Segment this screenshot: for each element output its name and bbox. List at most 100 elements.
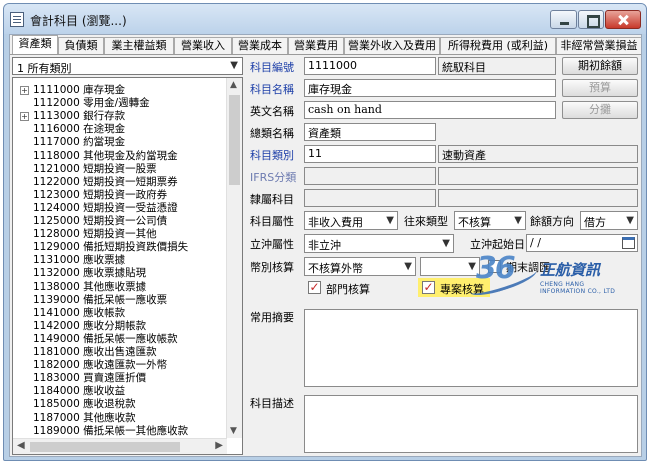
tree-item-label: 1184000 應收收益 [33,385,126,398]
balance-direction-label: 餘額方向 [530,215,574,228]
tab-liabilities[interactable]: 負債類 [58,37,104,54]
common-summary-textarea[interactable] [304,309,638,387]
ifrs-class-field[interactable] [304,167,436,185]
currency-accounting-value: 不核算外幣 [308,262,363,275]
account-desc-textarea[interactable] [304,395,638,453]
category-code-field[interactable]: 11 [304,145,436,163]
category-filter-value: 1 所有類別 [17,62,72,75]
transaction-type-value: 不核算 [458,216,491,229]
ifrs-class-label: IFRS分類 [250,171,297,184]
tab-equity[interactable]: 業主權益類 [104,37,174,54]
parent-account-field[interactable] [304,189,436,207]
english-name-field[interactable]: cash on hand [304,101,556,119]
account-desc-label: 科目描述 [250,397,294,410]
tree-item-label: 1129000 備抵短期投資跌價損失 [33,241,189,254]
tree-item-label: 1187000 其他應收款 [33,411,136,424]
project-accounting-checkbox[interactable]: ✓ [422,281,435,294]
tree-item-label: 1149000 備抵呆帳一應收帳款 [33,332,178,345]
minimize-button[interactable] [550,10,577,29]
offset-start-date-field[interactable]: / / [526,234,638,252]
tab-income-tax[interactable]: 所得稅費用 (或利益) [440,37,556,54]
hscroll-thumb[interactable] [30,442,180,452]
tree-item-label: 1128000 短期投資一其他 [33,228,157,241]
brand-logo: 36 [476,251,516,286]
tree-item-label: 1131000 應收票據 [33,254,126,267]
tree-item-label: 1123000 短期投資一政府券 [33,188,168,201]
tree-item-label: 1118000 其他現金及約當現金 [33,149,178,162]
tab-revenue[interactable]: 營業收入 [174,37,232,54]
offset-attr-value: 非立沖 [308,239,341,252]
category-label: 科目類別 [250,149,294,162]
chevron-down-icon: ▼ [230,60,238,71]
account-tree[interactable]: +1111000 庫存現金 1112000 零用金/週轉金 +1113000 銀行存… [12,77,243,455]
tab-expenses[interactable]: 營業費用 [288,37,344,54]
tree-item-label: 1113000 銀行存款 [33,110,126,123]
account-attr-value: 非收入費用 [308,216,363,229]
account-attr-select[interactable]: 非收入費用 ▼ [304,211,398,230]
tree-item-label: 1183000 買賣遠匯折價 [33,372,147,385]
tab-cost[interactable]: 營業成本 [232,37,288,54]
vertical-scrollbar[interactable]: ▲ ▼ [226,78,242,438]
tree-item-label: 1141000 應收帳款 [33,306,126,319]
scroll-right-icon[interactable]: ▶ [215,440,223,451]
client-area: 資產類 負債類 業主權益類 營業收入 營業成本 營業費用 營業外收入及費用 所得… [9,34,642,457]
tree-item-label: 1125000 短期投資一公司債 [33,215,168,227]
brand-name: 正航資訊 [540,261,601,279]
window-title: 會計科目 (瀏覽...) [30,14,127,28]
app-window: 會計科目 (瀏覽...) 資產類 負債類 業主權益類 營業收入 營業成本 營業費… [3,3,647,461]
offset-attr-select[interactable]: 非立沖 ▼ [304,234,454,253]
account-name-field[interactable]: 庫存現金 [304,79,556,97]
allocation-button[interactable]: 分攤 [562,101,638,119]
scroll-down-icon[interactable]: ▼ [230,426,237,436]
account-name-label: 科目名稱 [250,83,294,96]
offset-start-date-value: / / [530,236,541,249]
category-tabs: 資產類 負債類 業主權益類 營業收入 營業成本 營業費用 營業外收入及費用 所得… [10,35,641,55]
account-attr-label: 科目屬性 [250,215,294,228]
tree-item-label: 1181000 應收出售遠匯款 [33,346,157,358]
common-summary-label: 常用摘要 [250,311,294,324]
expand-icon[interactable]: + [20,112,29,122]
class-name-label: 總類名稱 [250,127,294,140]
tree-item-label: 1122000 短期投資一短期票券 [33,175,178,188]
document-icon [10,12,24,27]
scroll-up-icon[interactable]: ▲ [230,80,237,90]
parent-account-label: 隸屬科目 [250,193,294,206]
brand-english-name: CHENG HANG INFORMATION CO., LTD [540,281,616,295]
balance-direction-value: 借方 [584,216,606,229]
title-bar[interactable]: 會計科目 (瀏覽...) [4,4,646,34]
offset-start-date-label: 立沖起始日 [470,238,525,251]
account-code-label: 科目編號 [250,61,294,74]
chevron-down-icon: ▼ [386,215,394,226]
transaction-type-label: 往來類型 [404,215,448,228]
currency-accounting-label: 幣別核算 [250,261,294,274]
tree-item-label: 1112000 零用金/週轉金 [33,97,150,110]
category-name-field: 速動資產 [438,145,638,163]
balance-direction-select[interactable]: 借方 ▼ [580,211,638,230]
currency-select[interactable]: ▼ [420,257,480,276]
account-list-pane: 1 所有類別 ▼ +1111000 庫存現金 1112000 零用金/週轉金 +11… [12,57,243,455]
calendar-icon[interactable] [622,237,635,249]
account-code-field[interactable]: 1111000 [304,57,436,75]
horizontal-scrollbar[interactable]: ◀ ▶ [13,438,227,454]
chevron-down-icon: ▼ [442,238,450,249]
dept-accounting-checkbox[interactable]: ✓ [308,281,321,294]
chevron-down-icon: ▼ [404,261,412,272]
tab-nonop[interactable]: 營業外收入及費用 [344,37,440,54]
tab-assets[interactable]: 資產類 [12,35,58,54]
budget-button[interactable]: 預算 [562,79,638,97]
close-button[interactable] [605,10,641,29]
parent-account-name-field [438,189,638,207]
currency-accounting-select[interactable]: 不核算外幣 ▼ [304,257,416,276]
opening-balance-button[interactable]: 期初餘額 [562,57,638,75]
tab-extraordinary[interactable]: 非經常營業損益 [556,37,641,54]
tree-item-label: 1124000 短期投資一受益憑證 [33,201,178,214]
tree-item-label: 1142000 應收分期帳款 [33,319,147,332]
scroll-left-icon[interactable]: ◀ [17,440,25,451]
maximize-button[interactable] [578,10,604,29]
expand-icon[interactable]: + [20,86,29,95]
category-filter-select[interactable]: 1 所有類別 ▼ [12,57,243,75]
chevron-down-icon: ▼ [626,215,634,226]
scroll-thumb[interactable] [229,95,240,185]
tree-item-label: 1132000 應收票據貼現 [33,267,147,280]
transaction-type-select[interactable]: 不核算 ▼ [454,211,526,230]
